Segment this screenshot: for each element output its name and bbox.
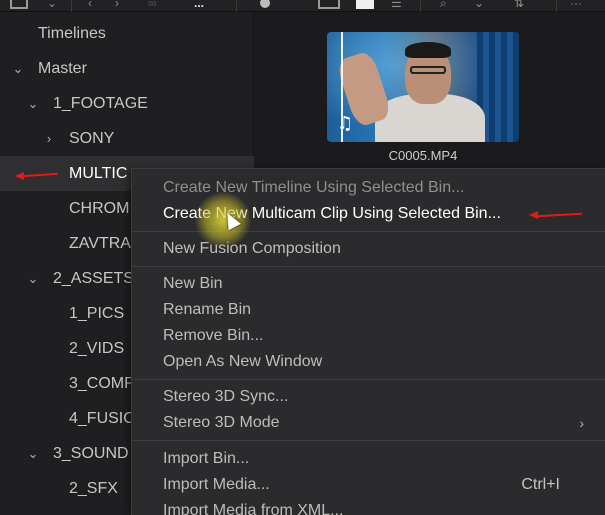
forward-icon[interactable]: › [115, 0, 119, 10]
chevron-down-icon[interactable]: ⌄ [47, 0, 57, 10]
annotation-arrow-head [15, 172, 24, 180]
sidebar-item-label: 1_PICS [69, 305, 125, 322]
clip-thumbnail[interactable]: ♫ [327, 32, 519, 142]
menu-item-create-timeline-from-bin[interactable]: Create New Timeline Using Selected Bin..… [132, 175, 605, 201]
menu-item-label: Import Bin... [163, 450, 250, 467]
chevron-down-icon[interactable]: ⌄ [11, 51, 25, 86]
menu-item-new-bin[interactable]: New Bin [132, 271, 605, 297]
sidebar-item-label: CHROM [69, 200, 130, 217]
menu-divider [132, 440, 605, 441]
audio-note-icon: ♫ [337, 113, 354, 134]
sidebar-item-label: Timelines [38, 25, 106, 42]
menu-divider [132, 379, 605, 380]
link-icon[interactable]: ∞ [148, 0, 157, 10]
menu-item-label: Rename Bin [163, 301, 252, 318]
menu-item-import-media[interactable]: Import Media... Ctrl+I [132, 472, 605, 498]
menu-item-label: Stereo 3D Mode [163, 414, 280, 431]
toolbar-divider [420, 0, 421, 12]
toolbar-divider [71, 0, 72, 12]
toolbar-divider [236, 0, 237, 12]
menu-item-open-as-new-window[interactable]: Open As New Window [132, 349, 605, 375]
sidebar-item-label: 2_SFX [69, 480, 118, 497]
list-view-icon[interactable] [318, 0, 340, 9]
menu-item-remove-bin[interactable]: Remove Bin... [132, 323, 605, 349]
chevron-down-icon[interactable]: ⌄ [26, 261, 40, 296]
timelines-smart-bin[interactable]: Timelines [0, 16, 254, 51]
sidebar-item-label: 3_SOUND [53, 445, 129, 462]
thumbnail-person-hair [405, 42, 451, 58]
sort-icon[interactable]: ⇅ [514, 0, 524, 10]
menu-item-rename-bin[interactable]: Rename Bin [132, 297, 605, 323]
submenu-arrow-icon: › [579, 415, 584, 431]
clip-name-label: C0005.MP4 [388, 148, 458, 163]
menu-item-shortcut: Ctrl+I [521, 476, 560, 493]
chevron-right-icon[interactable]: › [42, 121, 56, 156]
bin-1-footage[interactable]: ⌄ 1_FOOTAGE [0, 86, 254, 121]
thumbnail-person-glasses [410, 66, 446, 74]
chevron-down-icon[interactable]: ⌄ [474, 0, 484, 10]
chevron-down-icon[interactable]: ⌄ [26, 86, 40, 121]
sidebar-item-label: 2_VIDS [69, 340, 125, 357]
dot-icon[interactable] [260, 0, 270, 8]
sidebar-item-label: 3_COMP [69, 375, 135, 392]
menu-item-label: Import Media from XML... [163, 502, 344, 515]
menu-item-label: Remove Bin... [163, 327, 264, 344]
sidebar-item-label: 2_ASSETS [53, 270, 134, 287]
back-icon[interactable]: ‹ [88, 0, 92, 10]
menu-item-stereo-3d-mode[interactable]: Stereo 3D Mode › [132, 410, 605, 436]
annotation-arrow-head [529, 211, 538, 219]
options-icon[interactable]: ··· [570, 0, 582, 10]
sidebar-item-label: MULTIC [69, 165, 128, 182]
sidebar-item-label: 1_FOOTAGE [53, 95, 148, 112]
menu-item-import-media-from-xml[interactable]: Import Media from XML... [132, 498, 605, 515]
sidebar-item-label: SONY [69, 130, 115, 147]
menu-item-label: New Fusion Composition [163, 240, 341, 257]
more-icon[interactable]: ... [194, 0, 204, 10]
sidebar-item-label: Master [38, 60, 87, 77]
menu-item-label: Open As New Window [163, 353, 323, 370]
toolbar-divider [556, 0, 557, 12]
menu-divider [132, 266, 605, 267]
sidebar-item-label: ZAVTRA [69, 235, 131, 252]
chevron-down-icon[interactable]: ⌄ [26, 436, 40, 471]
metadata-view-icon[interactable]: ☰ [391, 0, 402, 10]
search-icon[interactable]: ⌕ [440, 0, 447, 10]
grid-view-icon[interactable] [356, 0, 374, 9]
bin-master[interactable]: ⌄ Master [0, 51, 254, 86]
menu-item-stereo-3d-sync[interactable]: Stereo 3D Sync... [132, 384, 605, 410]
panel-layout-icon[interactable] [10, 0, 28, 9]
menu-item-label: New Bin [163, 275, 223, 292]
menu-item-label: Import Media... [163, 476, 270, 493]
media-pool-toolbar: ⌄ ‹ › ∞ ... ☰ ⌕ ⌄ ⇅ ··· [0, 0, 605, 12]
menu-item-import-bin[interactable]: Import Bin... [132, 446, 605, 472]
sidebar-item-label: 4_FUSIO [69, 410, 136, 427]
bin-sony[interactable]: › SONY [0, 121, 254, 156]
menu-item-label: Stereo 3D Sync... [163, 388, 289, 405]
